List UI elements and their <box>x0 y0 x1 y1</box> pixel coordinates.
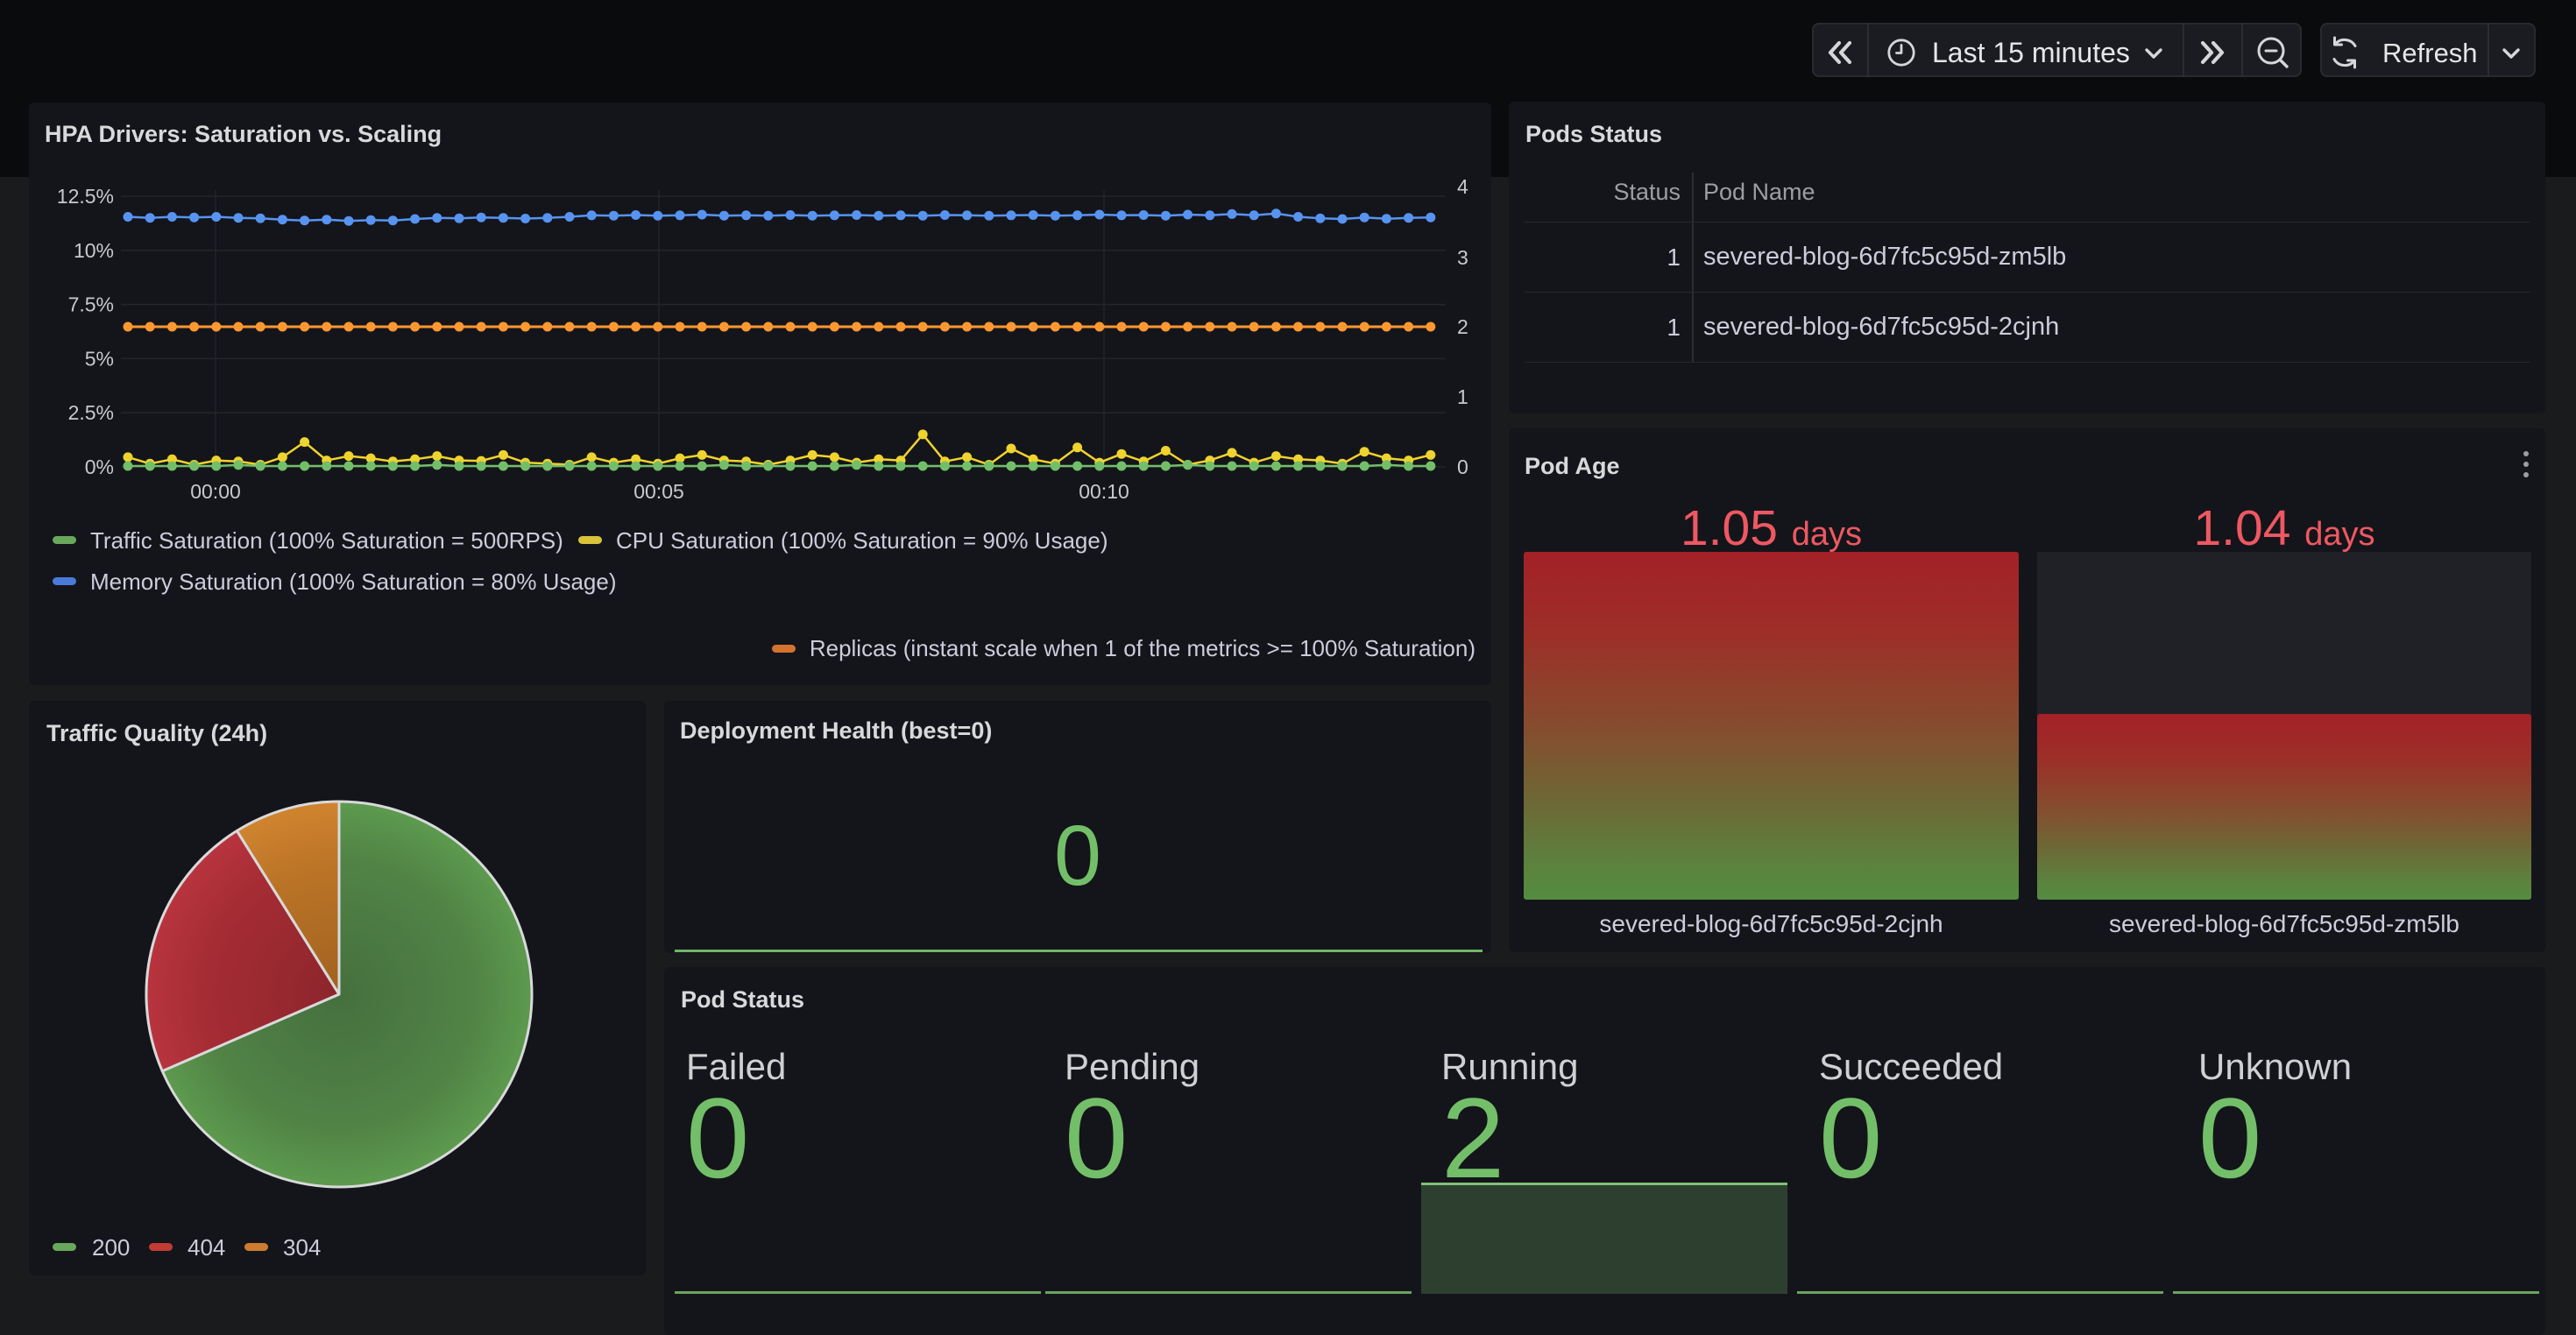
svg-text:12.5%: 12.5% <box>57 185 114 208</box>
svg-text:1: 1 <box>1457 385 1468 408</box>
svg-text:10%: 10% <box>74 239 114 262</box>
svg-text:0: 0 <box>1457 456 1468 478</box>
svg-text:00:10: 00:10 <box>1079 480 1129 503</box>
svg-text:4: 4 <box>1457 175 1468 198</box>
svg-text:2.5%: 2.5% <box>68 401 114 424</box>
svg-text:7.5%: 7.5% <box>68 293 114 316</box>
svg-text:2: 2 <box>1457 315 1468 338</box>
svg-text:00:05: 00:05 <box>633 480 684 503</box>
svg-text:3: 3 <box>1457 246 1468 269</box>
svg-text:5%: 5% <box>85 347 114 370</box>
svg-text:0%: 0% <box>85 456 114 478</box>
svg-text:00:00: 00:00 <box>190 480 241 503</box>
